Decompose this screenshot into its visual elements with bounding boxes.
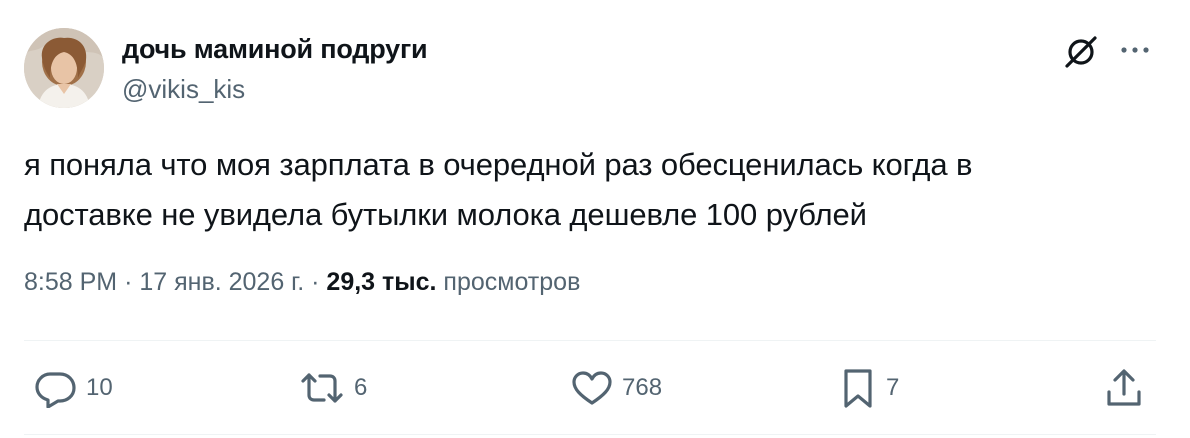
tweet-text: я поняла что моя зарплата в очередной ра… [24,140,1154,240]
bookmark-count: 7 [886,374,900,401]
more-options-icon[interactable] [1118,36,1152,64]
like-button[interactable]: 768 [570,364,662,412]
repost-icon [301,373,343,403]
meta-separator: · [124,268,133,296]
views-label: просмотров [443,268,581,296]
divider [24,340,1156,341]
reply-count: 10 [86,374,113,401]
meta-separator: · [311,268,320,296]
author-handle[interactable]: @vikis_kis [122,74,245,105]
views-count[interactable]: 29,3 тыс. [326,268,436,296]
reply-icon [35,372,76,408]
heart-icon [572,371,612,405]
tweet-meta: 8:58 PM · 17 янв. 2026 г. · 29,3 тыс. пр… [24,268,580,297]
tweet-date[interactable]: 17 янв. 2026 г. [139,268,304,296]
grok-icon[interactable] [1062,30,1102,70]
repost-button[interactable]: 6 [298,364,367,412]
like-count: 768 [622,374,663,401]
bookmark-button[interactable]: 7 [838,364,899,412]
avatar[interactable] [24,28,104,108]
share-button[interactable] [1104,364,1144,412]
tweet-time[interactable]: 8:58 PM [24,268,117,296]
avatar-image [24,28,104,108]
tweet-text-line-2: доставке не увидела бутылки молока дешев… [24,197,867,232]
reply-button[interactable]: 10 [34,364,113,412]
tweet-text-line-1: я поняла что моя зарплата в очередной ра… [24,147,973,182]
bookmark-icon [844,369,872,408]
tweet-card: дочь маминой подруги @vikis_kis я поняла… [0,0,1190,438]
repost-count: 6 [354,374,368,401]
share-icon [1107,369,1141,406]
author-display-name[interactable]: дочь маминой подруги [122,34,428,65]
divider [24,434,1156,435]
